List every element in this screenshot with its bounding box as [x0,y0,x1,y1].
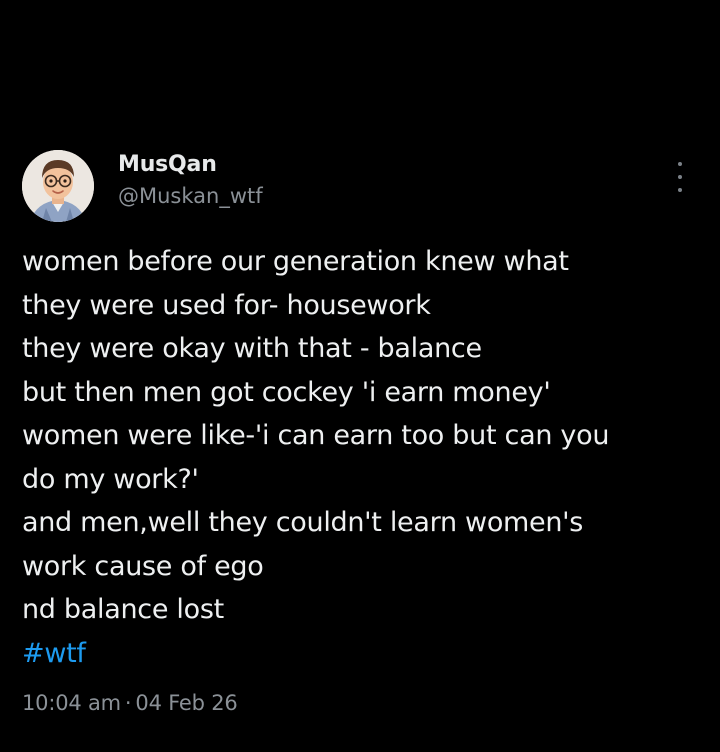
author-display-name[interactable]: MusQan [118,152,263,178]
tweet-line: women were like-'i can earn too but can … [22,420,610,451]
tweet-text: women before our generation knew what th… [22,240,698,675]
tweet-line: they were used for- housework [22,289,431,321]
tweet-header: MusQan @Muskan_wtf [22,148,698,224]
tweet-line: women before our generation knew what [22,246,569,277]
tweet-line: nd balance lost [22,594,224,625]
author-names: MusQan @Muskan_wtf [118,152,263,210]
tweet-line: work cause of ego [22,550,264,582]
tweet-line: they were okay with that - balance [22,333,482,364]
tweet-date: 04 Feb 26 [135,691,238,715]
dot [678,175,682,179]
tweet: MusQan @Muskan_wtf women before our gene… [0,0,720,752]
tweet-timestamp[interactable]: 10:04 am · 04 Feb 26 [22,688,238,718]
tweet-line: do my work?' [22,463,199,495]
tweet-time: 10:04 am [22,691,121,715]
hashtag-link[interactable]: #wtf [22,632,698,676]
meta-separator: · [124,691,132,715]
author-handle[interactable]: @Muskan_wtf [118,182,263,210]
memoji-avatar-icon[interactable] [22,150,94,222]
more-options-icon[interactable] [670,162,690,192]
tweet-line: but then men got cockey 'i earn money' [22,376,551,408]
tweet-line: and men,well they couldn't learn women's [22,507,584,538]
dot [678,162,682,166]
dot [678,188,682,192]
